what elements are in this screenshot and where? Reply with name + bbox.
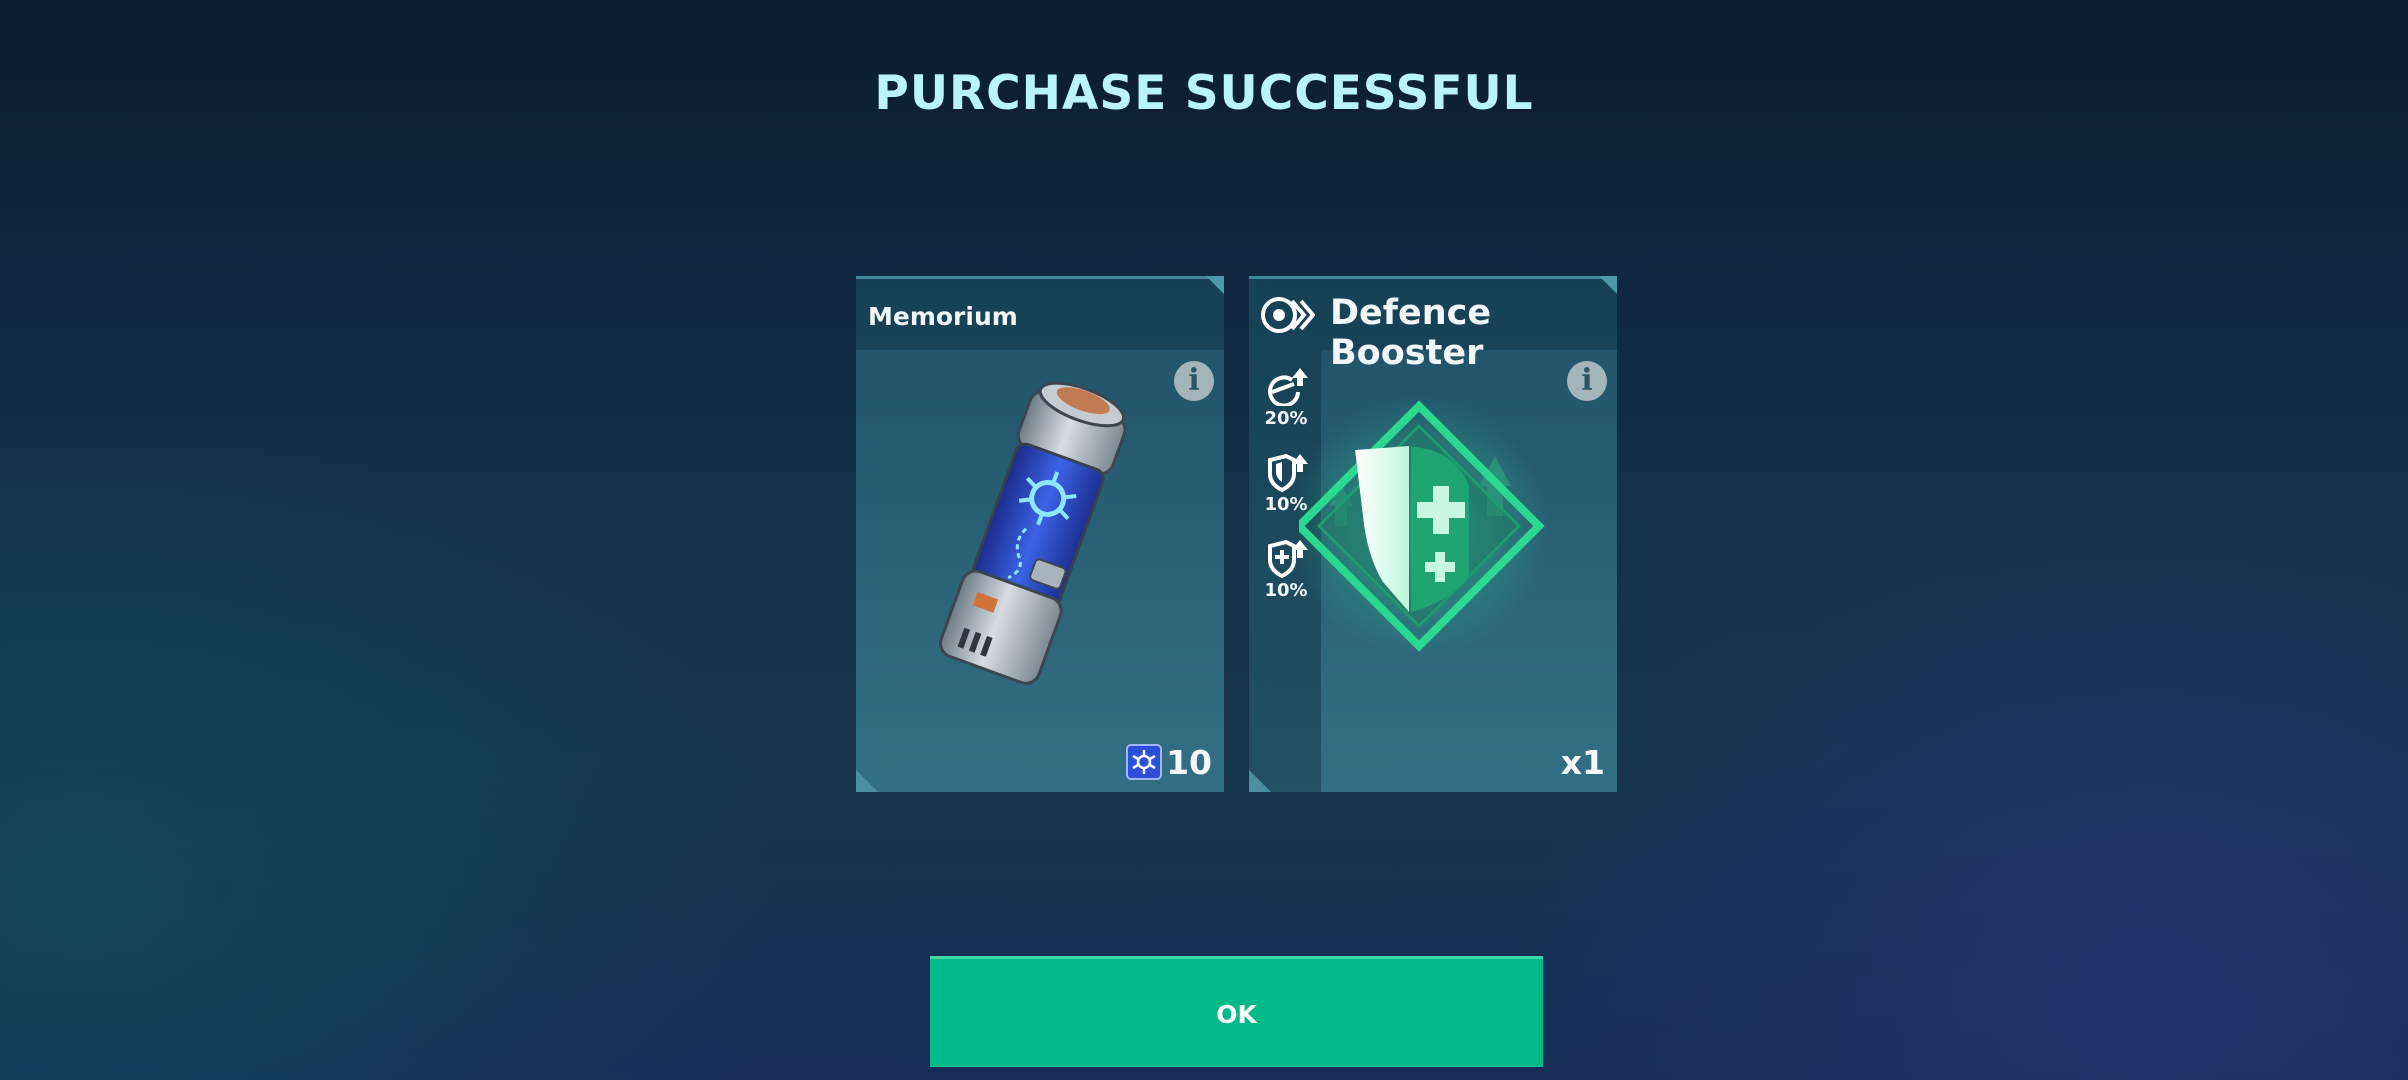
card-title: Memorium (868, 302, 1018, 331)
card-top-border (856, 276, 1224, 279)
card-corner-decoration (1206, 276, 1224, 294)
memorium-card[interactable]: Memorium i 10 (856, 276, 1224, 792)
memorium-currency-icon (1126, 744, 1162, 780)
card-title: Defence Booster (1330, 293, 1492, 373)
ok-button[interactable]: OK (930, 956, 1543, 1067)
card-top-border (1249, 276, 1617, 279)
info-icon[interactable]: i (1174, 361, 1214, 401)
card-corner-decoration (1249, 770, 1271, 792)
item-count: x1 (1560, 743, 1605, 782)
defence-booster-card[interactable]: Defence Booster i 20% 10% 10% x1 (1249, 276, 1617, 792)
memorium-canister-icon (939, 381, 1127, 685)
booster-type-icon (1261, 297, 1315, 333)
item-count: 10 (1166, 743, 1212, 782)
card-corner-decoration (856, 770, 878, 792)
defence-booster-shield-icon (1299, 396, 1549, 656)
page-title: PURCHASE SUCCESSFUL (874, 66, 1534, 121)
card-corner-decoration (1599, 276, 1617, 294)
